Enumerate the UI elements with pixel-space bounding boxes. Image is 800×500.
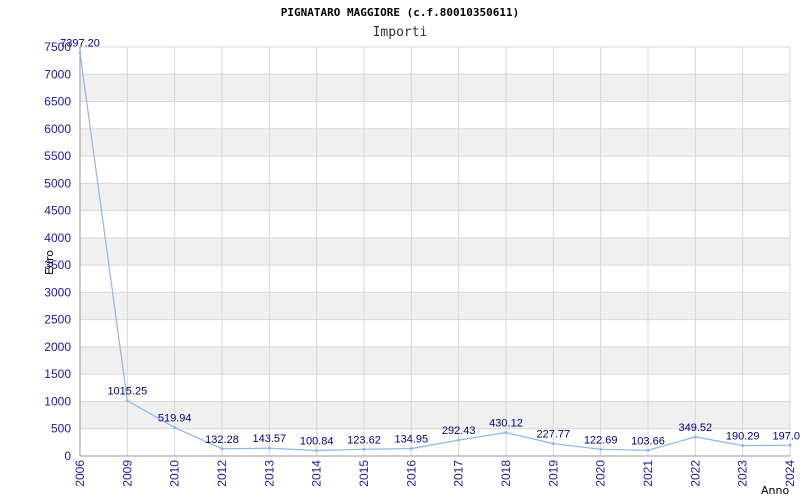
data-label: 349.52 — [679, 422, 713, 434]
x-tick-label: 2017 — [452, 460, 466, 487]
data-point — [78, 51, 82, 55]
y-tick-label: 3500 — [44, 258, 71, 272]
data-label: 122.69 — [584, 434, 618, 446]
y-tick-label: 6500 — [44, 95, 71, 109]
x-tick-label: 2012 — [215, 460, 229, 487]
y-tick-label: 2000 — [44, 340, 71, 354]
grid-band — [80, 128, 790, 157]
y-tick-label: 4000 — [44, 231, 71, 245]
data-label: 103.66 — [631, 435, 665, 447]
y-tick-label: 2500 — [44, 313, 71, 327]
y-tick-label: 6000 — [44, 122, 71, 136]
data-label: 132.28 — [205, 434, 239, 446]
data-label: 134.95 — [395, 434, 429, 446]
data-label: 190.29 — [726, 431, 760, 443]
x-tick-label: 2014 — [310, 460, 324, 487]
data-label: 227.77 — [537, 429, 571, 441]
data-label: 100.84 — [300, 436, 334, 448]
data-point — [457, 438, 461, 442]
x-tick-label: 2020 — [594, 460, 608, 487]
data-point — [646, 448, 650, 452]
x-tick-label: 2016 — [404, 460, 418, 487]
data-label: 519.94 — [158, 413, 192, 425]
data-point — [125, 399, 129, 403]
x-tick-label: 2010 — [168, 460, 182, 487]
y-tick-label: 0 — [64, 449, 71, 463]
data-point — [551, 442, 555, 446]
data-point — [741, 444, 745, 448]
x-tick-label: 2018 — [499, 460, 513, 487]
x-tick-label: 2015 — [357, 460, 371, 487]
chart: PIGNATARO MAGGIORE (c.f.80010350611) Imp… — [0, 0, 800, 500]
y-tick-label: 1500 — [44, 367, 71, 381]
x-tick-label: 2013 — [262, 460, 276, 487]
data-label: 143.57 — [253, 433, 287, 445]
data-point — [173, 426, 177, 430]
data-label: 292.43 — [442, 425, 476, 437]
data-point — [315, 449, 319, 453]
plot-area: 0 500 1000 1500 2000 2500 3000 3500 4000 4500 5000… — [44, 38, 800, 487]
data-label: 1015.25 — [107, 386, 147, 398]
y-tick-label: 7000 — [44, 67, 71, 81]
y-tick-label: 5500 — [44, 149, 71, 163]
data-point — [504, 431, 508, 435]
y-tick-label: 5000 — [44, 176, 71, 190]
data-label: 7397.20 — [60, 38, 100, 50]
grid-band — [80, 74, 790, 102]
data-point — [220, 447, 224, 451]
grid-band — [80, 292, 790, 320]
y-tick-label: 1000 — [44, 394, 71, 408]
data-label: 430.12 — [489, 418, 523, 430]
x-tick-label: 2022 — [688, 460, 702, 487]
y-tick-label: 500 — [51, 422, 71, 436]
grid-band — [80, 183, 790, 211]
grid-band — [80, 346, 790, 375]
x-tick-label: 2006 — [73, 460, 87, 487]
data-point — [409, 447, 413, 451]
data-point — [788, 443, 792, 447]
data-point — [693, 435, 697, 439]
x-tick-label: 2019 — [546, 460, 560, 487]
x-tick-label: 2021 — [641, 460, 655, 487]
data-point — [362, 447, 366, 451]
x-tick-label: 2023 — [736, 460, 750, 487]
y-tick-label: 3000 — [44, 285, 71, 299]
y-tick-label: 4500 — [44, 204, 71, 218]
data-label: 123.62 — [347, 434, 381, 446]
data-label: 197.0 — [772, 430, 800, 442]
data-point — [599, 447, 603, 451]
x-tick-label: 2009 — [120, 460, 134, 487]
x-tick-label: 2024 — [783, 460, 797, 487]
grid-band — [80, 237, 790, 266]
data-point — [267, 446, 271, 450]
